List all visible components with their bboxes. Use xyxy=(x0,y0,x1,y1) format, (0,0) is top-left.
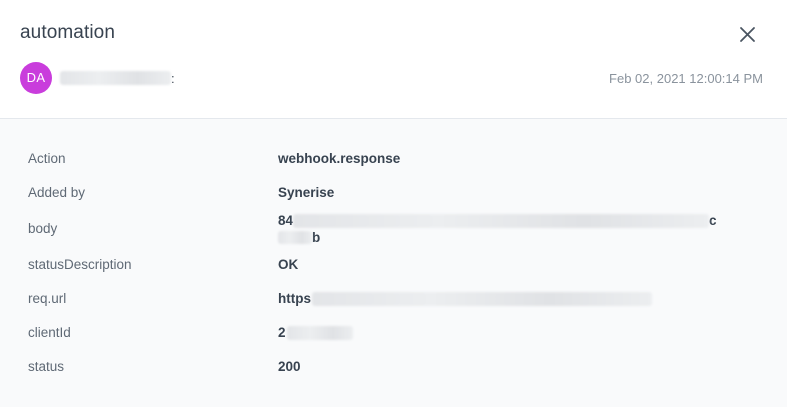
detail-value: 84 c b xyxy=(278,212,717,246)
event-timestamp: Feb 02, 2021 12:00:14 PM xyxy=(609,71,763,86)
redacted-body xyxy=(278,231,312,244)
detail-label: clientId xyxy=(28,325,71,340)
redacted-body xyxy=(293,213,710,228)
detail-label: Action xyxy=(28,151,66,166)
body-value-tail: b xyxy=(312,230,321,245)
detail-label: body xyxy=(28,221,58,236)
avatar: DA xyxy=(20,62,52,94)
detail-label: Added by xyxy=(28,185,86,200)
redacted-url xyxy=(312,291,652,306)
detail-label: status xyxy=(28,359,65,374)
redacted-client-id xyxy=(286,325,353,340)
dialog-header: automation DA : Feb 02, 2021 12:00:14 PM xyxy=(0,0,787,119)
detail-value: 2 xyxy=(278,325,353,340)
author-suffix: : xyxy=(171,70,175,86)
dialog-title: automation xyxy=(20,22,116,43)
details-table: Action webhook.response Added by Syneris… xyxy=(0,119,787,407)
detail-value: 200 xyxy=(278,359,301,374)
detail-value: https xyxy=(278,291,652,306)
author-name: : xyxy=(60,69,175,87)
detail-value: OK xyxy=(278,257,299,272)
body-value-start: 84 xyxy=(278,213,294,228)
detail-label: req.url xyxy=(28,291,67,306)
client-id-value: 2 xyxy=(278,325,286,340)
body-value-end: c xyxy=(709,213,717,228)
event-details-dialog: automation DA : Feb 02, 2021 12:00:14 PM… xyxy=(0,0,787,407)
detail-value: webhook.response xyxy=(278,151,401,166)
close-icon[interactable] xyxy=(734,22,760,48)
detail-label: statusDescription xyxy=(28,257,132,272)
url-value: https xyxy=(278,291,311,306)
detail-value: Synerise xyxy=(278,185,335,200)
redacted-author xyxy=(60,71,171,85)
